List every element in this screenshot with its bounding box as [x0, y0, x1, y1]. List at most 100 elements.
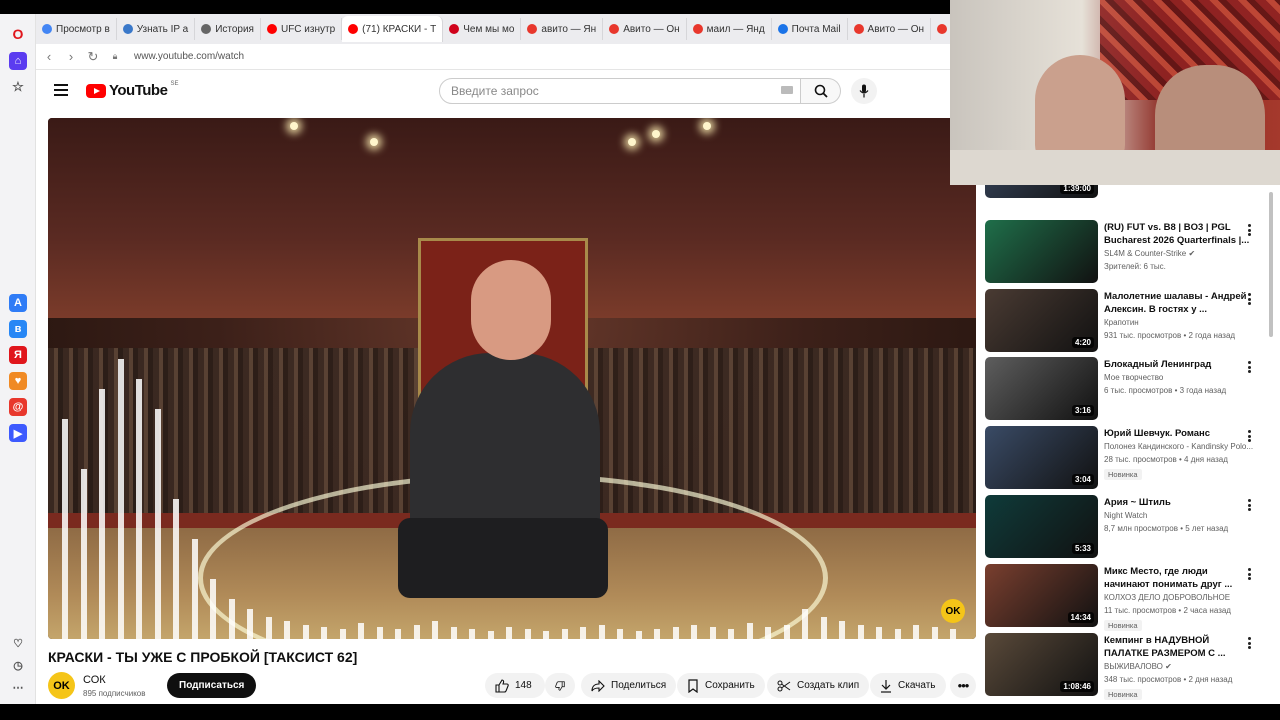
browser-tab[interactable]: Почта Mail	[772, 18, 848, 40]
browser-tab[interactable]: UFC изнутр	[261, 18, 343, 40]
browser-tab[interactable]: Просмотр в	[36, 18, 117, 40]
video-thumbnail[interactable]: 3:04	[985, 426, 1098, 489]
visualizer-bar	[746, 623, 753, 639]
recommended-title[interactable]: Кемпинг в НАДУВНОЙ ПАЛАТКЕ РАЗМЕРОМ С ..…	[1104, 634, 1254, 660]
browser-tab[interactable]: Авито — Он	[603, 18, 687, 40]
menu-hamburger-icon[interactable]	[54, 84, 68, 96]
history-clock-icon[interactable]: ◷	[9, 656, 27, 674]
tab-label: маил — Янд	[706, 23, 765, 35]
video-thumbnail[interactable]: 1:39:00	[985, 185, 1098, 198]
save-button[interactable]: Сохранить	[677, 673, 765, 698]
opera-gx-icon[interactable]: @	[9, 398, 27, 416]
yandex-icon[interactable]: Я	[9, 346, 27, 364]
recommended-title[interactable]: Блокадный Ленинград	[1104, 358, 1254, 371]
video-thumbnail[interactable]: 4:20	[985, 289, 1098, 352]
tab-favicon-icon	[122, 24, 133, 34]
search-input[interactable]: Введите запрос	[439, 78, 801, 104]
recommended-channel[interactable]: Крапотин	[1104, 318, 1139, 327]
browser-tab[interactable]: Авито — Он	[848, 18, 932, 40]
video-player[interactable]: OK	[48, 118, 976, 639]
more-vertical-icon[interactable]	[1248, 293, 1252, 305]
video-thumbnail[interactable]: 5:33	[985, 495, 1098, 558]
opera-logo-icon[interactable]: O	[9, 25, 27, 43]
recommended-video[interactable]: (RU) FUT vs. B8 | BO3 | PGL Bucharest 20…	[985, 220, 1270, 286]
browser-tab[interactable]: История	[195, 18, 261, 40]
forward-arrow-icon[interactable]: ›	[60, 46, 82, 68]
scrollbar-thumb[interactable]	[1269, 192, 1273, 337]
more-vertical-icon[interactable]	[1248, 224, 1252, 236]
recommended-video[interactable]: 3:16 Блокадный Ленинград Мое творчество 6 т…	[985, 357, 1270, 423]
keyboard-icon[interactable]	[781, 86, 793, 94]
video-thumbnail[interactable]: 1:08:46	[985, 633, 1098, 696]
recommended-title[interactable]: Малолетние шалавы - Андрей Алексин. В го…	[1104, 290, 1254, 316]
recommended-video[interactable]: 14:34 Микс Место, где люди начинают поним…	[985, 564, 1270, 631]
create-clip-button[interactable]: Создать клип	[767, 673, 870, 698]
visualizer-bar	[321, 627, 327, 639]
vk-icon[interactable]: в	[9, 320, 27, 338]
table	[950, 150, 1280, 185]
video-thumbnail[interactable]: 3:16	[985, 357, 1098, 420]
recommended-channel[interactable]: Night Watch	[1104, 511, 1147, 520]
recommended-title[interactable]: Микс Место, где люди начинают понимать д…	[1104, 565, 1254, 591]
search-button[interactable]	[801, 78, 841, 104]
recommended-channel[interactable]: ВЫЖИВАЛОВО ✔	[1104, 662, 1172, 671]
more-vertical-icon[interactable]	[1248, 499, 1252, 511]
video-thumbnail[interactable]: 14:34	[985, 564, 1098, 627]
share-button[interactable]: Поделиться	[581, 673, 677, 698]
dislike-button[interactable]	[545, 673, 575, 698]
more-dots-icon[interactable]: ⋯	[9, 678, 27, 696]
recommended-channel[interactable]: Мое творчество	[1104, 373, 1163, 382]
stage-light	[370, 138, 378, 146]
youtube-logo[interactable]: YouTube SE	[86, 81, 178, 99]
more-vertical-icon[interactable]	[1248, 361, 1252, 373]
player-icon[interactable]: ▶	[9, 424, 27, 442]
recommended-channel[interactable]: КОЛХОЗ ДЕЛО ДОБРОВОЛЬНОЕ	[1104, 593, 1230, 602]
recommended-channel[interactable]: Полонез Кандинского - Kandinsky Polo...	[1104, 442, 1253, 451]
recommended-video[interactable]: 1:39:00335 тыс. просмотров • 4 часа наза…	[985, 185, 1270, 201]
browser-tab[interactable]: Чем мы мо	[443, 18, 522, 40]
recommended-title[interactable]: (RU) FUT vs. B8 | BO3 | PGL Bucharest 20…	[1104, 221, 1254, 247]
subscribe-button[interactable]: Подписаться	[167, 673, 257, 698]
reload-icon[interactable]: ↻	[82, 46, 104, 68]
channel-name[interactable]: СОК	[83, 674, 106, 686]
bookmark-star-icon[interactable]: ☆	[9, 78, 27, 96]
more-vertical-icon[interactable]	[1248, 568, 1252, 580]
voice-search-button[interactable]	[851, 78, 877, 104]
address-bar: ‹ › ↻ 🔒︎ www.youtube.com/watch	[36, 44, 950, 70]
recommended-channel[interactable]: SL4M & Counter-Strike ✔	[1104, 249, 1195, 258]
app-store-icon[interactable]: A	[9, 294, 27, 312]
recommended-meta: Зрителей: 6 тыс.	[1104, 262, 1166, 271]
back-arrow-icon[interactable]: ‹	[38, 46, 60, 68]
wallet-icon[interactable]: ♥	[9, 372, 27, 390]
webcam-overlay	[950, 0, 1280, 185]
recommended-meta: 11 тыс. просмотров • 2 часа назад	[1104, 606, 1231, 615]
recommended-video[interactable]: 3:04 Юрий Шевчук. Романс Полонез Кандинско…	[985, 426, 1270, 492]
recommended-video[interactable]: 4:20 Малолетние шалавы - Андрей Алексин. …	[985, 289, 1270, 355]
url-field[interactable]: www.youtube.com/watch	[134, 51, 244, 62]
recommended-title[interactable]: Ария ~ Штиль	[1104, 496, 1254, 509]
download-button[interactable]: Скачать	[870, 673, 946, 698]
bookmark-icon	[688, 678, 698, 693]
browser-tab[interactable]: Узнать IP а	[117, 18, 196, 40]
home-icon[interactable]: ⌂	[9, 52, 27, 70]
recommended-title[interactable]: Юрий Шевчук. Романс	[1104, 427, 1254, 440]
heart-icon[interactable]: ♡	[9, 634, 27, 652]
channel-avatar[interactable]: OK	[48, 672, 75, 699]
more-vertical-icon[interactable]	[1248, 430, 1252, 442]
more-actions-button[interactable]: •••	[950, 673, 976, 698]
browser-tab[interactable]: маил — Янд	[687, 18, 772, 40]
browser-tab[interactable]: (71) КРАСКИ - Т	[342, 16, 444, 42]
more-vertical-icon[interactable]	[1248, 637, 1252, 649]
new-badge: Новинка	[1104, 469, 1142, 480]
recommended-video[interactable]: 5:33 Ария ~ Штиль Night Watch 8,7 млн просм…	[985, 495, 1270, 561]
visualizer-bar	[802, 609, 808, 639]
visualizer-bar	[654, 629, 660, 639]
bottom-black-bar	[0, 704, 1280, 720]
recommended-video[interactable]: 1:08:46 Кемпинг в НАДУВНОЙ ПАЛАТКЕ РАЗМЕР…	[985, 633, 1270, 700]
browser-tab[interactable]: Авито — Он	[931, 18, 950, 40]
video-thumbnail[interactable]	[985, 220, 1098, 283]
visualizer-bar	[709, 627, 716, 639]
browser-tab[interactable]: авито — Ян	[521, 18, 604, 40]
tab-favicon-icon	[449, 24, 460, 34]
like-button[interactable]: 148	[485, 673, 545, 698]
